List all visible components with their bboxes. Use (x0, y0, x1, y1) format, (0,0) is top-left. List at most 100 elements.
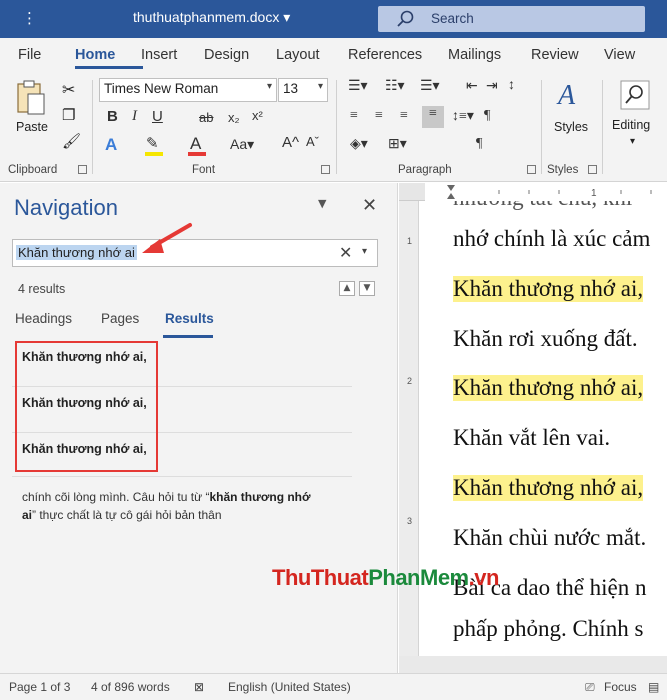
proofing-icon[interactable]: ⊠ (194, 680, 204, 694)
numbering-icon[interactable]: ☷▾ (385, 78, 405, 95)
result-snippet[interactable]: chính cõi lòng mình. Câu hỏi tu từ “khăn… (22, 488, 362, 524)
chevron-down-icon[interactable]: ▾ (362, 246, 367, 257)
status-bar: Page 1 of 3 4 of 896 words ⊠ English (Un… (0, 673, 667, 700)
doc-line: Khăn rơi xuống đất. (453, 326, 638, 351)
tab-headings[interactable]: Headings (15, 311, 72, 326)
pilcrow-icon[interactable]: ¶ (484, 108, 490, 124)
font-launcher-icon[interactable] (321, 165, 330, 174)
shrink-font-icon[interactable]: Aˇ (306, 134, 319, 149)
bullets-icon[interactable]: ☰▾ (348, 78, 368, 95)
multilevel-list-icon[interactable]: ☰▾ (420, 78, 440, 95)
highlight-color-bar (145, 152, 163, 156)
align-center-icon[interactable]: ≡ (375, 108, 383, 124)
clipboard-launcher-icon[interactable] (78, 165, 87, 174)
quick-access-menu-icon[interactable]: ⋮ (22, 9, 37, 27)
snippet-text: chính cõi lòng mình. Câu hỏi tu từ “ (22, 490, 210, 504)
font-color-icon[interactable]: A (190, 134, 201, 154)
annotation-arrow-icon (142, 223, 192, 253)
tab-references[interactable]: References (348, 47, 422, 63)
increase-indent-icon[interactable]: ⇥ (486, 78, 498, 95)
bold-icon[interactable]: B (107, 108, 118, 125)
paragraph-launcher-icon[interactable] (527, 165, 536, 174)
close-icon[interactable]: ✕ (362, 195, 377, 216)
superscript-icon[interactable]: x² (252, 108, 263, 123)
font-name-combo[interactable]: Times New Roman ▾ (99, 78, 277, 102)
document-title[interactable]: thuthuatphanmem.docx ▾ (133, 9, 290, 26)
focus-button[interactable]: Focus (604, 680, 637, 694)
font-group-label: Font (192, 164, 216, 176)
highlight-icon[interactable]: ✎ (146, 134, 159, 153)
align-left-icon[interactable]: ≡ (350, 108, 358, 124)
grow-font-icon[interactable]: A^ (282, 134, 299, 151)
borders-icon[interactable]: ⊞▾ (388, 136, 407, 153)
horizontal-ruler[interactable]: 1 (399, 183, 667, 201)
read-mode-icon[interactable]: ▤ (648, 680, 659, 694)
editing-button[interactable]: Editing ▾ (610, 80, 665, 156)
show-marks-icon[interactable]: ¶ (476, 136, 482, 152)
group-separator (602, 80, 603, 174)
tab-design[interactable]: Design (204, 47, 249, 63)
text-effects-icon[interactable]: A (105, 135, 117, 155)
divider (12, 476, 352, 477)
search-box[interactable]: Search (378, 6, 645, 32)
tab-review[interactable]: Review (531, 47, 579, 63)
styles-button[interactable]: A Styles (552, 80, 596, 150)
underline-icon[interactable]: U (152, 108, 163, 125)
group-separator (541, 80, 542, 174)
subscript-icon[interactable]: x₂ (228, 110, 240, 125)
line-spacing-icon[interactable]: ↕≡▾ (452, 108, 474, 125)
ruler-label: 1 (407, 236, 413, 246)
clear-search-icon[interactable]: ✕ (339, 243, 352, 262)
decrease-indent-icon[interactable]: ⇤ (466, 78, 478, 95)
horizontal-scrollbar[interactable] (399, 656, 667, 673)
chevron-down-icon: ▾ (630, 136, 636, 147)
shading-icon[interactable]: ◈▾ (350, 136, 368, 153)
previous-result-icon[interactable]: ▲ (339, 281, 355, 296)
strikethrough-icon[interactable]: ab (199, 110, 213, 125)
tab-home[interactable]: Home (75, 47, 115, 63)
page-indicator[interactable]: Page 1 of 3 (9, 680, 70, 694)
format-painter-icon[interactable]: 🖌 (62, 132, 81, 150)
sort-icon[interactable]: ↕ (508, 78, 515, 94)
search-icon (397, 10, 414, 27)
tab-results[interactable]: Results (165, 311, 214, 326)
align-right-icon[interactable]: ≡ (400, 108, 408, 124)
tab-file[interactable]: File (18, 47, 41, 63)
copy-icon[interactable]: ❐ (62, 106, 75, 124)
italic-icon[interactable]: I (132, 108, 137, 125)
svg-text:1: 1 (591, 188, 597, 199)
snippet-match: ai (22, 508, 33, 522)
chevron-down-icon: ▾ (317, 81, 323, 92)
font-name-value: Times New Roman (104, 81, 219, 96)
group-separator (92, 80, 93, 174)
tab-view[interactable]: View (604, 47, 635, 63)
styles-launcher-icon[interactable] (588, 165, 597, 174)
paste-button[interactable]: Paste (14, 80, 52, 140)
search-value: Khăn thương nhớ ai (16, 245, 137, 260)
cut-icon[interactable]: ✂ (62, 80, 75, 99)
editing-label: Editing (612, 118, 651, 132)
font-size-combo[interactable]: 13 ▾ (278, 78, 328, 102)
tab-mailings[interactable]: Mailings (448, 47, 501, 63)
paste-label: Paste (16, 120, 48, 134)
snippet-match: khăn thương nhớ (209, 490, 311, 504)
justify-icon[interactable]: ≡ (422, 106, 444, 128)
pane-options-icon[interactable]: ▼ (318, 197, 326, 210)
results-count: 4 results (18, 282, 66, 296)
tab-pages[interactable]: Pages (101, 311, 139, 326)
next-result-icon[interactable]: ▼ (359, 281, 375, 296)
word-count[interactable]: 4 of 896 words (91, 680, 170, 694)
language-indicator[interactable]: English (United States) (228, 680, 351, 694)
clipboard-group-label: Clipboard (8, 164, 58, 176)
watermark-part: PhanMem (368, 565, 469, 590)
paragraph-group-label: Paragraph (398, 164, 452, 176)
ruler-marks: 1 (425, 183, 667, 201)
change-case-icon[interactable]: Aa▾ (230, 136, 254, 153)
title-bar: ⋮ thuthuatphanmem.docx ▾ Search (0, 0, 667, 38)
focus-icon[interactable]: ⎚ (585, 680, 595, 695)
watermark-logo: ThuThuatPhanMem.vn (272, 565, 499, 591)
watermark-part: ThuThuat (272, 565, 369, 590)
search-label: Search (431, 11, 474, 26)
tab-layout[interactable]: Layout (276, 47, 320, 63)
tab-insert[interactable]: Insert (141, 47, 177, 63)
